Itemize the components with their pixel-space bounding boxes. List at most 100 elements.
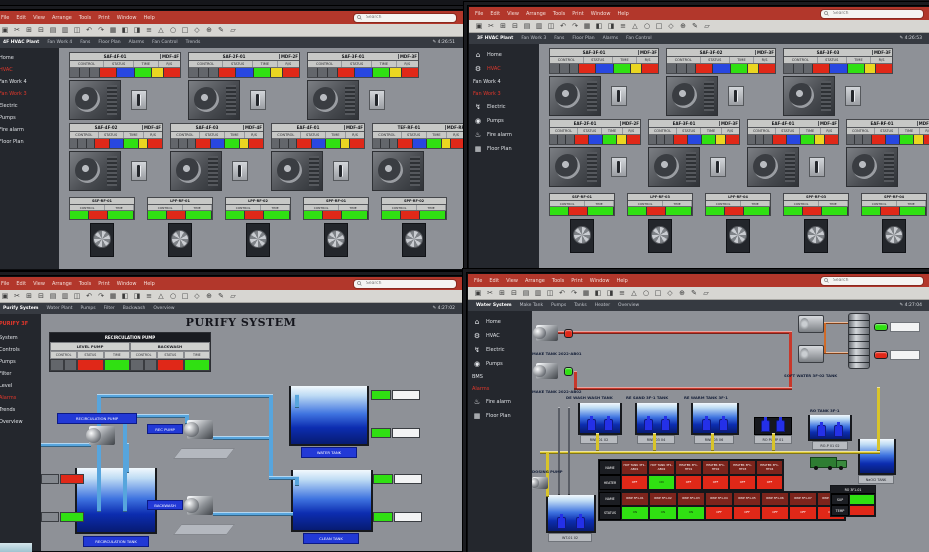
- menu-item-print[interactable]: Print: [571, 278, 583, 284]
- sidebar-item-system[interactable]: System: [0, 335, 37, 341]
- toolbar-icon[interactable]: ▦: [583, 22, 591, 31]
- toolbar-icon[interactable]: ✂: [13, 292, 21, 301]
- toolbar-icon[interactable]: □: [181, 26, 189, 35]
- toolbar-icon[interactable]: ✎: [217, 292, 225, 301]
- toolbar-icon[interactable]: ▦: [582, 289, 590, 298]
- sidebar-item-electric[interactable]: Electric: [0, 103, 55, 109]
- toolbar-icon[interactable]: ▥: [534, 289, 542, 298]
- sidebar-item-floor-plan[interactable]: ▦Floor Plan: [473, 145, 535, 153]
- toolbar-icon[interactable]: ▦: [109, 292, 117, 301]
- toolbar-icon[interactable]: ↶: [558, 289, 566, 298]
- toolbar-icon[interactable]: ◇: [666, 289, 674, 298]
- toolbar-icon[interactable]: ✂: [486, 289, 494, 298]
- sidebar-item-home[interactable]: ⌂Home: [473, 51, 535, 59]
- tab-overview[interactable]: Overview: [618, 303, 639, 308]
- toolbar-icon[interactable]: ▥: [61, 292, 69, 301]
- toolbar-icon[interactable]: ◇: [193, 26, 201, 35]
- menu-item-view[interactable]: View: [33, 15, 45, 21]
- toolbar-icon[interactable]: ▣: [1, 292, 9, 301]
- toolbar-icon[interactable]: ◨: [606, 289, 614, 298]
- sidebar-item-level[interactable]: Level: [0, 383, 37, 389]
- toolbar-icon[interactable]: ◧: [121, 292, 129, 301]
- menu-item-file[interactable]: File: [1, 15, 9, 21]
- tab-fan-control[interactable]: Fan Control: [152, 40, 177, 45]
- tab-make-tank[interactable]: Make Tank: [520, 303, 544, 308]
- toolbar-icon[interactable]: ⊕: [678, 289, 686, 298]
- toolbar-icon[interactable]: ◫: [73, 292, 81, 301]
- menu-item-edit[interactable]: Edit: [489, 278, 499, 284]
- power-switch[interactable]: [131, 90, 147, 110]
- toolbar-icon[interactable]: ◧: [121, 26, 129, 35]
- sidebar-item-floor-plan[interactable]: Floor Plan: [0, 139, 55, 145]
- toolbar-icon[interactable]: ⊕: [205, 292, 213, 301]
- sidebar-item-hvac[interactable]: ⚙HVAC: [472, 332, 528, 340]
- toolbar-icon[interactable]: ▤: [522, 289, 530, 298]
- sidebar-item-pumps[interactable]: Pumps: [0, 115, 55, 121]
- power-switch[interactable]: [611, 86, 627, 106]
- sidebar-item-alarms[interactable]: Alarms: [0, 395, 37, 401]
- sidebar-item-home[interactable]: ⌂Home: [472, 318, 528, 326]
- toolbar-icon[interactable]: ⊟: [511, 22, 519, 31]
- toolbar-icon[interactable]: ◧: [595, 22, 603, 31]
- tab-water-system[interactable]: Water System: [476, 303, 512, 308]
- search-input[interactable]: [831, 277, 920, 284]
- sidebar-item-fan-work-3[interactable]: Fan Work 3: [473, 91, 535, 97]
- power-switch[interactable]: [369, 90, 385, 110]
- sidebar-item-overview[interactable]: Overview: [0, 419, 37, 425]
- tab-fans[interactable]: Fans: [80, 40, 90, 45]
- menu-item-window[interactable]: Window: [591, 11, 611, 17]
- menu-item-tools[interactable]: Tools: [553, 11, 565, 17]
- tab-trends[interactable]: Trends: [186, 40, 201, 45]
- toolbar-icon[interactable]: △: [630, 289, 638, 298]
- tab-fans[interactable]: Fans: [554, 36, 564, 41]
- sidebar-item-floor-plan[interactable]: ▦Floor Plan: [472, 412, 528, 420]
- toolbar-icon[interactable]: ≡: [145, 26, 153, 35]
- toolbar-icon[interactable]: ▣: [1, 26, 9, 35]
- toolbar-icon[interactable]: ◨: [133, 26, 141, 35]
- toolbar-icon[interactable]: ○: [169, 292, 177, 301]
- toolbar-icon[interactable]: ○: [169, 26, 177, 35]
- toolbar-icon[interactable]: ◇: [193, 292, 201, 301]
- toolbar-icon[interactable]: ✂: [13, 26, 21, 35]
- toolbar-icon[interactable]: ▤: [49, 26, 57, 35]
- toolbar-icon[interactable]: ↶: [85, 26, 93, 35]
- toolbar-icon[interactable]: ▣: [474, 289, 482, 298]
- toolbar-icon[interactable]: ↷: [97, 26, 105, 35]
- toolbar-icon[interactable]: ⊕: [679, 22, 687, 31]
- power-switch[interactable]: [710, 157, 726, 177]
- toolbar-icon[interactable]: ◨: [607, 22, 615, 31]
- menu-item-edit[interactable]: Edit: [16, 15, 26, 21]
- toolbar-icon[interactable]: ◇: [667, 22, 675, 31]
- power-switch[interactable]: [250, 90, 266, 110]
- sidebar-item-fan-work-4[interactable]: Fan Work 4: [473, 79, 535, 85]
- toolbar-icon[interactable]: ◫: [546, 289, 554, 298]
- toolbar-icon[interactable]: ≡: [618, 289, 626, 298]
- toolbar-icon[interactable]: ≡: [619, 22, 627, 31]
- menu-item-edit[interactable]: Edit: [490, 11, 500, 17]
- tab-4f-hvac-plant[interactable]: 4F HVAC Plant: [3, 40, 39, 45]
- tab-heater[interactable]: Heater: [595, 303, 610, 308]
- menu-item-view[interactable]: View: [33, 281, 45, 287]
- toolbar-icon[interactable]: ⊟: [37, 26, 45, 35]
- toolbar-icon[interactable]: ▱: [702, 289, 710, 298]
- menu-item-help[interactable]: Help: [143, 15, 154, 21]
- sidebar-item-fan-work-3[interactable]: Fan Work 3: [0, 91, 55, 97]
- power-switch[interactable]: [809, 157, 825, 177]
- toolbar-icon[interactable]: ⊞: [25, 292, 33, 301]
- sidebar-item-fire-alarm[interactable]: ♨Fire alarm: [472, 398, 528, 406]
- sidebar-item-hvac[interactable]: ⚙HVAC: [473, 65, 535, 73]
- search-input[interactable]: [364, 280, 453, 287]
- power-switch[interactable]: [131, 161, 147, 181]
- toolbar-icon[interactable]: ▱: [229, 292, 237, 301]
- toolbar-icon[interactable]: ⊞: [498, 289, 506, 298]
- toolbar-icon[interactable]: ▤: [523, 22, 531, 31]
- tab-alarms[interactable]: Alarms: [129, 40, 145, 45]
- search-input[interactable]: [364, 14, 453, 21]
- toolbar-icon[interactable]: △: [157, 26, 165, 35]
- power-switch[interactable]: [232, 161, 248, 181]
- tab-fan-control[interactable]: Fan Control: [626, 36, 651, 41]
- toolbar-icon[interactable]: △: [631, 22, 639, 31]
- tab-floor-plan[interactable]: Floor Plan: [572, 36, 594, 41]
- sidebar-item-pumps[interactable]: ◉Pumps: [473, 117, 535, 125]
- toolbar-icon[interactable]: ⊕: [205, 26, 213, 35]
